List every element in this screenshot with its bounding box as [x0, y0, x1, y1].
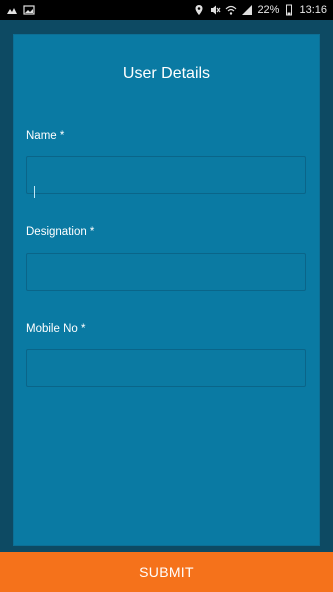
submit-button[interactable]: SUBMIT: [0, 552, 333, 592]
photo-icon: [6, 4, 18, 16]
status-left: [6, 4, 35, 16]
wifi-icon: [225, 4, 237, 16]
status-right: 22% 13:16: [193, 4, 327, 16]
location-icon: [193, 4, 205, 16]
image-icon: [23, 4, 35, 16]
signal-icon: [241, 4, 253, 16]
battery-percent: 22%: [257, 4, 280, 16]
form-title: User Details: [122, 65, 211, 82]
designation-label: Designation *: [26, 226, 95, 238]
name-label: Name *: [26, 130, 65, 142]
name-input[interactable]: [26, 156, 306, 194]
text-cursor: [34, 186, 35, 198]
status-time: 13:16: [299, 4, 327, 16]
mobile-label: Mobile No *: [26, 323, 86, 335]
battery-icon: [283, 4, 295, 16]
user-details-card: User Details Name * Designation * Mobile…: [13, 34, 320, 546]
mute-icon: [209, 4, 221, 16]
mobile-input[interactable]: [26, 349, 306, 387]
app-background: User Details Name * Designation * Mobile…: [0, 20, 333, 552]
status-bar: 22% 13:16: [0, 0, 333, 20]
designation-input[interactable]: [26, 253, 306, 291]
